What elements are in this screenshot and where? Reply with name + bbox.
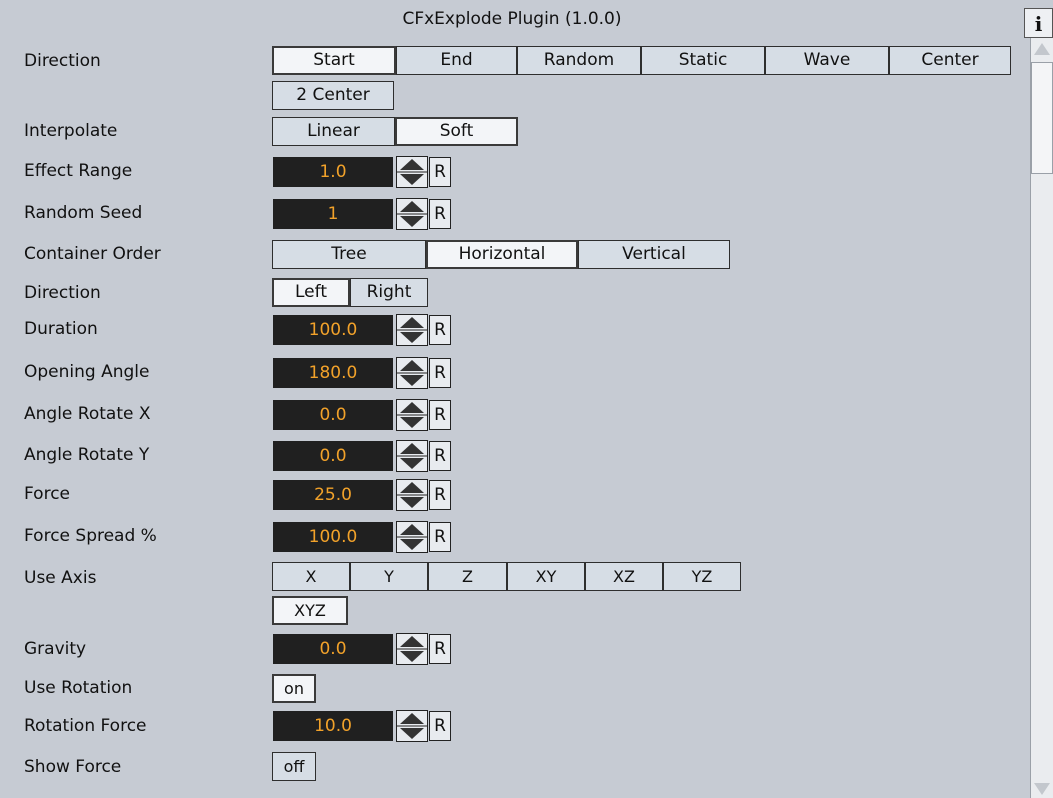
interpolate-label: Interpolate (24, 121, 118, 141)
spin-arrows-icon[interactable] (396, 479, 428, 511)
scrollbar-thumb[interactable] (1031, 62, 1053, 174)
opening-angle-field[interactable]: 180.0 (273, 358, 393, 388)
spin-arrows-icon[interactable] (396, 633, 428, 665)
force-spread-label: Force Spread % (24, 526, 157, 546)
gravity-label: Gravity (24, 639, 87, 659)
show-force-toggle[interactable]: off (272, 752, 316, 781)
effect-range-reset-button[interactable]: R (429, 157, 451, 187)
direction-wave-button[interactable]: Wave (765, 46, 889, 75)
duration-label: Duration (24, 319, 98, 339)
axis-xyz-button[interactable]: XYZ (272, 596, 348, 625)
force-spread-reset-button[interactable]: R (429, 522, 451, 552)
axis-z-button[interactable]: Z (428, 562, 507, 591)
direction-static-button[interactable]: Static (641, 46, 765, 75)
opening-angle-reset-button[interactable]: R (429, 358, 451, 388)
direction-end-button[interactable]: End (396, 46, 517, 75)
axis-y-button[interactable]: Y (350, 562, 428, 591)
opening-angle-label: Opening Angle (24, 362, 150, 382)
direction-2center-button[interactable]: 2 Center (272, 81, 394, 110)
rotation-force-label: Rotation Force (24, 716, 147, 736)
spin-arrows-icon[interactable] (396, 357, 428, 389)
random-seed-reset-button[interactable]: R (429, 199, 451, 229)
spin-arrows-icon[interactable] (396, 156, 428, 188)
effect-range-field[interactable]: 1.0 (273, 157, 393, 187)
container-order-vertical-button[interactable]: Vertical (578, 240, 730, 269)
angle-rotate-y-label: Angle Rotate Y (24, 445, 150, 465)
effect-range-label: Effect Range (24, 161, 133, 181)
direction2-label: Direction (24, 283, 101, 303)
direction-left-button[interactable]: Left (272, 278, 350, 307)
spin-arrows-icon[interactable] (396, 399, 428, 431)
info-button[interactable]: i (1024, 8, 1053, 38)
rotation-force-reset-button[interactable]: R (429, 711, 451, 741)
container-order-tree-button[interactable]: Tree (272, 240, 426, 269)
container-order-label: Container Order (24, 244, 161, 264)
angle-rotate-y-field[interactable]: 0.0 (273, 441, 393, 471)
angle-rotate-y-reset-button[interactable]: R (429, 441, 451, 471)
axis-yz-button[interactable]: YZ (663, 562, 741, 591)
use-rotation-label: Use Rotation (24, 678, 133, 698)
random-seed-field[interactable]: 1 (273, 199, 393, 229)
use-axis-label: Use Axis (24, 568, 97, 588)
direction-random-button[interactable]: Random (517, 46, 641, 75)
direction-label: Direction (24, 51, 101, 71)
spin-arrows-icon[interactable] (396, 521, 428, 553)
scroll-down-arrow-icon[interactable] (1034, 783, 1050, 795)
axis-x-button[interactable]: X (272, 562, 350, 591)
gravity-reset-button[interactable]: R (429, 634, 451, 664)
spin-arrows-icon[interactable] (396, 198, 428, 230)
gravity-field[interactable]: 0.0 (273, 634, 393, 664)
direction-center-button[interactable]: Center (889, 46, 1011, 75)
spin-arrows-icon[interactable] (396, 710, 428, 742)
container-order-horizontal-button[interactable]: Horizontal (426, 240, 578, 269)
force-reset-button[interactable]: R (429, 480, 451, 510)
force-label: Force (24, 484, 70, 504)
spin-arrows-icon[interactable] (396, 440, 428, 472)
duration-field[interactable]: 100.0 (273, 315, 393, 345)
interpolate-linear-button[interactable]: Linear (272, 117, 395, 146)
force-spread-field[interactable]: 100.0 (273, 522, 393, 552)
show-force-label: Show Force (24, 757, 122, 777)
scroll-up-arrow-icon[interactable] (1034, 43, 1050, 55)
duration-reset-button[interactable]: R (429, 315, 451, 345)
spin-arrows-icon[interactable] (396, 314, 428, 346)
angle-rotate-x-label: Angle Rotate X (24, 404, 151, 424)
angle-rotate-x-reset-button[interactable]: R (429, 400, 451, 430)
axis-xz-button[interactable]: XZ (585, 562, 663, 591)
direction-start-button[interactable]: Start (272, 46, 396, 75)
plugin-title: CFxExplode Plugin (1.0.0) (402, 9, 622, 29)
random-seed-label: Random Seed (24, 203, 143, 223)
plugin-panel: CFxExplode Plugin (1.0.0) i Direction St… (0, 0, 1053, 798)
interpolate-soft-button[interactable]: Soft (395, 117, 518, 146)
use-rotation-toggle[interactable]: on (272, 674, 316, 703)
direction-right-button[interactable]: Right (350, 278, 428, 307)
angle-rotate-x-field[interactable]: 0.0 (273, 400, 393, 430)
force-field[interactable]: 25.0 (273, 480, 393, 510)
rotation-force-field[interactable]: 10.0 (273, 711, 393, 741)
axis-xy-button[interactable]: XY (507, 562, 585, 591)
vertical-scrollbar[interactable] (1030, 38, 1053, 798)
